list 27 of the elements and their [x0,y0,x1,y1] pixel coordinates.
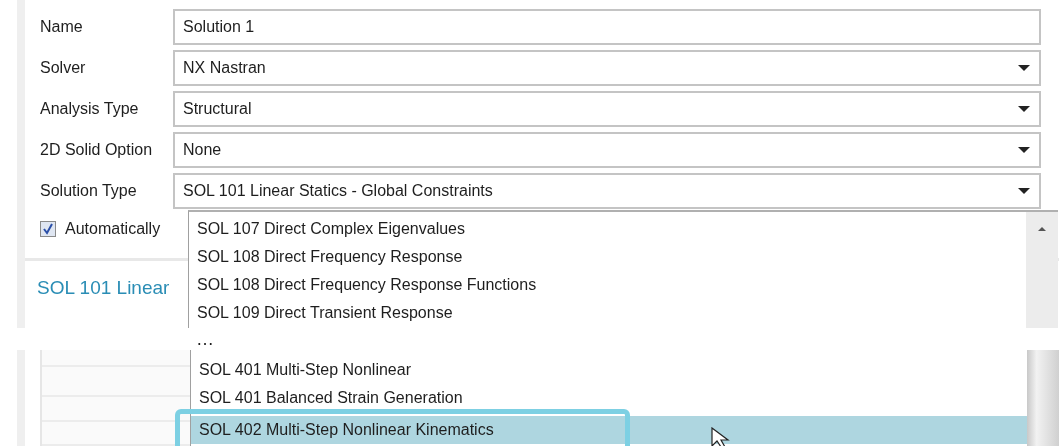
scrollbar[interactable] [1026,212,1058,328]
dropdown-caret-icon[interactable] [1017,187,1031,195]
field-label: Solution Type [39,182,138,200]
dropdown-option[interactable]: SOL 107 Direct Complex Eigenvalues [189,215,1026,243]
dropdown-caret-icon[interactable] [1017,146,1031,154]
dropdown-option[interactable]: SOL 401 Multi-Step Nonlinear [191,356,1027,384]
dropdown-option[interactable]: SOL 108 Direct Frequency Response Functions [189,271,1026,299]
dropdown-caret-icon[interactable] [1017,64,1031,72]
dropdown-caret-icon[interactable] [1017,105,1031,113]
dropdown-field[interactable]: Structural [173,91,1041,127]
checkbox[interactable] [40,221,56,237]
dropdown-field[interactable]: NX Nastran [173,50,1041,86]
section-title: SOL 101 Linear [37,277,170,299]
field-label: Name [39,18,84,36]
omission-mark: … [196,328,216,350]
checkbox-label: Automatically [65,220,161,238]
dropdown-option[interactable]: SOL 402 Multi-Step Nonlinear Kinematics [191,416,1027,444]
input-field[interactable]: Solution 1 [173,9,1041,45]
dropdown-option[interactable]: SOL 401 Balanced Strain Generation [191,384,1027,412]
field-label: Analysis Type [39,100,140,118]
dropdown-field[interactable]: None [173,132,1041,168]
scrollbar[interactable] [1027,350,1059,446]
dropdown-field[interactable]: SOL 101 Linear Statics - Global Constraints [173,173,1041,209]
dropdown-option[interactable]: SOL 109 Direct Transient Response [189,299,1026,327]
field-label: Solver [39,59,87,77]
field-label: 2D Solid Option [39,141,154,159]
dropdown-option[interactable]: SOL 108 Direct Frequency Response [189,243,1026,271]
